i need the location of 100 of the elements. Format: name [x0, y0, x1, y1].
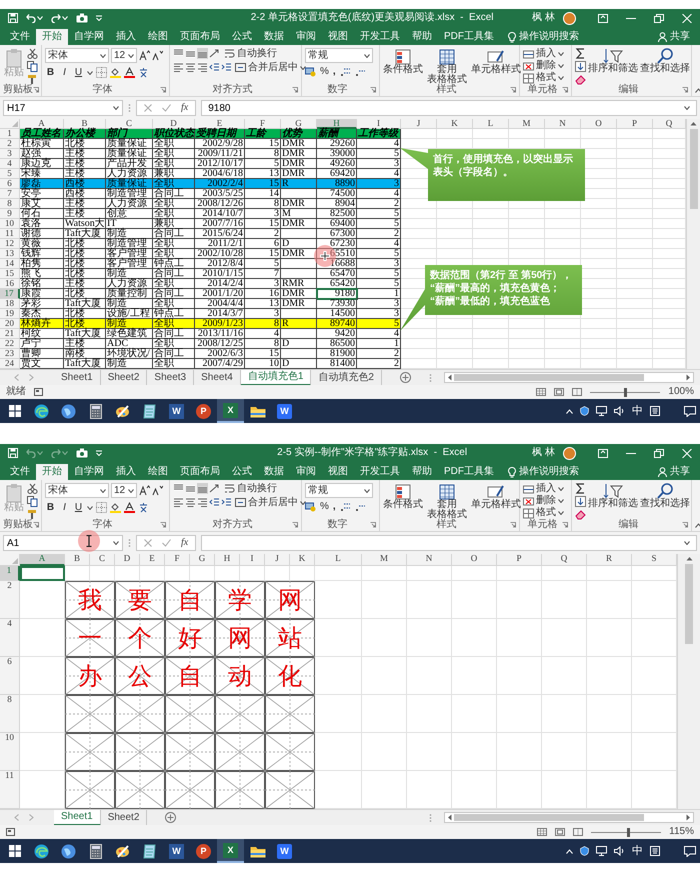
ribbon-tab[interactable]: 开发工具 — [354, 464, 406, 480]
ribbon-tab[interactable]: 公式 — [226, 464, 258, 480]
row-header[interactable]: 24 — [0, 359, 20, 369]
column-header[interactable]: R — [587, 554, 632, 566]
delete-button[interactable]: 删除 — [523, 60, 564, 72]
row-header[interactable]: 18 — [0, 299, 20, 309]
input-method-indicator[interactable]: 中 — [632, 846, 643, 856]
column-header[interactable]: A — [20, 554, 65, 566]
sheet-tab[interactable]: Sheet1 — [54, 810, 101, 826]
column-header[interactable]: L — [315, 554, 362, 566]
presentation-app-icon[interactable]: P — [196, 844, 211, 858]
ribbon-tab[interactable]: 审阅 — [290, 29, 322, 45]
ribbon-tab[interactable]: PDF工具集 — [438, 29, 500, 45]
insert-function-button[interactable]: fx — [181, 103, 188, 113]
cell-styles-button[interactable]: 单元格样式 — [471, 49, 521, 84]
wrap-text-button[interactable]: 自动换行 — [224, 48, 277, 59]
column-header[interactable]: P — [617, 119, 653, 129]
row-header[interactable]: 17 — [0, 289, 20, 299]
column-header[interactable]: Q — [542, 554, 587, 566]
column-header[interactable]: P — [497, 554, 542, 566]
ribbon-tab[interactable]: 视图 — [322, 29, 354, 45]
share-button[interactable]: 共享 — [658, 29, 690, 45]
row-header[interactable]: 5 — [0, 169, 20, 179]
ribbon-tab[interactable]: 页面布局 — [174, 464, 226, 480]
column-header[interactable]: F — [165, 554, 190, 566]
formula-bar[interactable]: 9180 — [201, 100, 697, 116]
sort-filter-button[interactable]: 排序和筛选 — [588, 48, 638, 84]
merge-center-button[interactable]: 合并后居中 — [235, 497, 306, 508]
row-header[interactable]: 20 — [0, 319, 20, 329]
column-header[interactable]: O — [452, 554, 497, 566]
ribbon-tab[interactable]: 自学网 — [68, 464, 110, 480]
row-header[interactable]: 2 — [0, 581, 20, 619]
ribbon-tab[interactable]: 审阅 — [290, 464, 322, 480]
ribbon-tab[interactable]: 公式 — [226, 29, 258, 45]
column-header[interactable]: M — [362, 554, 407, 566]
row-header[interactable]: 6 — [0, 657, 20, 695]
ribbon-tab[interactable]: 帮助 — [406, 464, 438, 480]
format-button[interactable]: 格式 — [523, 507, 564, 519]
taskbar-button[interactable]: W — [271, 839, 298, 863]
column-header[interactable]: O — [581, 119, 617, 129]
taskbar-button[interactable]: X — [217, 399, 244, 423]
wrap-text-button[interactable]: 自动换行 — [224, 483, 277, 494]
row-header[interactable]: 22 — [0, 339, 20, 349]
ribbon-tab[interactable]: 绘图 — [142, 29, 174, 45]
column-header[interactable]: L — [473, 119, 509, 129]
cell-styles-button[interactable]: 单元格样式 — [471, 484, 521, 519]
font-size-dropdown[interactable]: 12 — [111, 483, 137, 498]
insert-button[interactable]: 插入 — [523, 48, 564, 60]
document-app-icon[interactable]: W — [169, 404, 184, 418]
column-header[interactable]: G — [190, 554, 215, 566]
column-header[interactable]: N — [545, 119, 581, 129]
percent-button[interactable]: % — [320, 502, 329, 512]
row-header[interactable]: 1 — [0, 566, 20, 581]
spreadsheet-app-icon[interactable]: X — [223, 402, 238, 418]
row-header[interactable]: 15 — [0, 269, 20, 279]
row-header[interactable]: 13 — [0, 249, 20, 259]
ribbon-tab[interactable]: 开发工具 — [354, 29, 406, 45]
font-style-button[interactable]: I — [59, 501, 70, 514]
row-header[interactable]: 14 — [0, 259, 20, 269]
insert-function-button[interactable]: fx — [181, 538, 188, 548]
taskbar-button[interactable]: W — [163, 399, 190, 423]
spreadsheet-app-icon[interactable]: X — [223, 842, 238, 858]
ribbon-tab[interactable]: PDF工具集 — [438, 464, 500, 480]
row-header[interactable]: 2 — [0, 139, 20, 149]
taskbar-button[interactable]: W — [163, 839, 190, 863]
share-button[interactable]: 共享 — [658, 464, 690, 480]
input-method-indicator[interactable]: 中 — [632, 406, 643, 416]
row-header[interactable]: 4 — [0, 159, 20, 169]
writer-app-icon[interactable]: W — [277, 404, 292, 418]
number-format-dropdown[interactable]: 常规 — [305, 48, 373, 63]
column-header[interactable]: H — [215, 554, 240, 566]
column-header[interactable]: E — [140, 554, 165, 566]
document-app-icon[interactable]: W — [169, 844, 184, 858]
row-header[interactable]: 12 — [0, 239, 20, 249]
row-header[interactable]: 19 — [0, 309, 20, 319]
row-header[interactable]: 10 — [0, 219, 20, 229]
row-header[interactable]: 23 — [0, 349, 20, 359]
row-header[interactable]: 16 — [0, 279, 20, 289]
zoom-level[interactable]: 115% — [669, 827, 694, 837]
name-box[interactable]: H17 — [3, 100, 123, 116]
number-format-dropdown[interactable]: 常规 — [305, 483, 373, 498]
taskbar-button[interactable]: X — [217, 839, 244, 863]
taskbar-button[interactable]: P — [190, 399, 217, 423]
column-header[interactable]: B — [65, 554, 90, 566]
ribbon-tab[interactable]: 数据 — [258, 464, 290, 480]
row-header[interactable]: 8 — [0, 695, 20, 733]
name-box[interactable]: A1 — [3, 535, 123, 551]
ribbon-tab[interactable]: 开始 — [36, 29, 68, 45]
find-select-button[interactable]: 查找和选择 — [640, 483, 690, 519]
font-style-button[interactable]: U — [73, 501, 84, 514]
presentation-app-icon[interactable]: P — [196, 404, 211, 418]
delete-button[interactable]: 删除 — [523, 495, 564, 507]
row-header[interactable]: 1 — [0, 129, 20, 139]
zoom-level[interactable]: 100% — [668, 387, 694, 397]
ribbon-tab[interactable]: 插入 — [110, 464, 142, 480]
merge-center-button[interactable]: 合并后居中 — [235, 62, 306, 73]
row-header[interactable]: 9 — [0, 209, 20, 219]
insert-button[interactable]: 插入 — [523, 483, 564, 495]
row-header[interactable]: 11 — [0, 771, 20, 809]
conditional-formatting-button[interactable]: 条件格式 — [383, 484, 423, 519]
